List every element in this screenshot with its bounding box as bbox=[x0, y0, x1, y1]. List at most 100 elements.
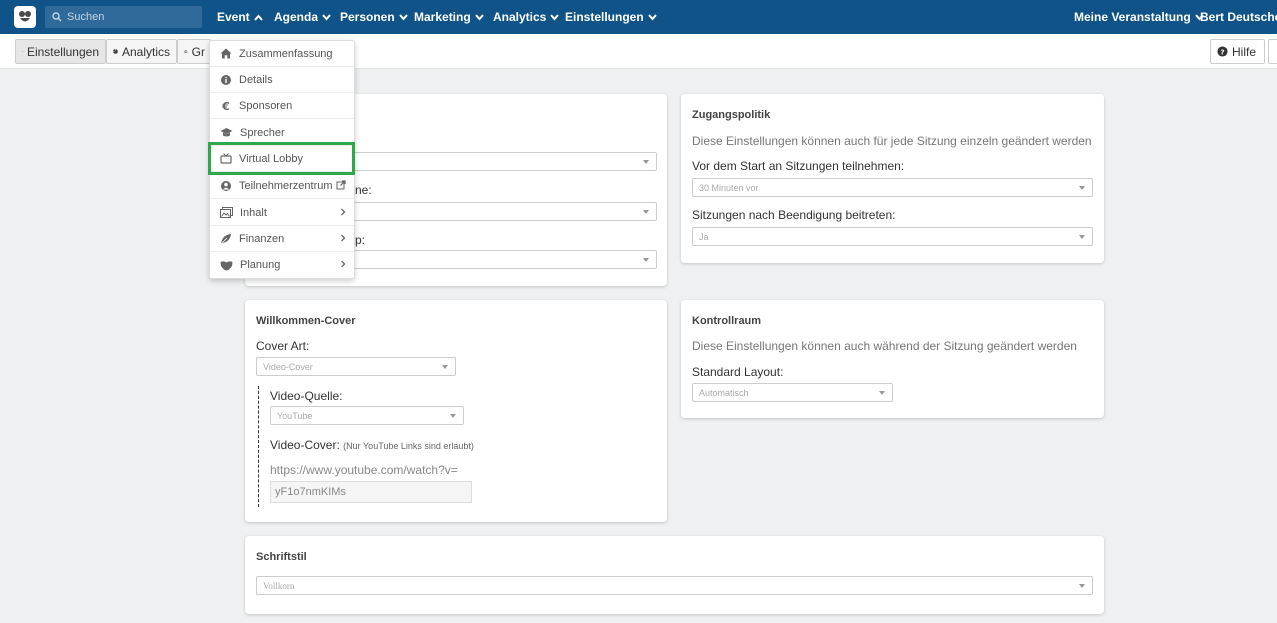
zugang-before-select[interactable]: 30 Minuten vor bbox=[692, 178, 1093, 197]
caret-icon bbox=[450, 414, 456, 418]
cover-title: Willkommen-Cover bbox=[256, 315, 356, 327]
video-cover-label-text: Video-Cover: bbox=[270, 438, 340, 452]
menu-item-teilnehmerzentrum[interactable]: Teilnehmerzentrum bbox=[210, 173, 354, 199]
groups-button-label: Gr bbox=[191, 44, 205, 59]
lobby-label-3: p: bbox=[355, 233, 366, 247]
nav-personen-label: Personen bbox=[340, 10, 395, 24]
nav-event-label: Event bbox=[217, 10, 250, 24]
nav-agenda[interactable]: Agenda bbox=[274, 0, 331, 34]
graduation-cap-icon bbox=[220, 128, 233, 137]
logo-icon bbox=[19, 11, 31, 22]
help-button-label: Hilfe bbox=[1232, 44, 1257, 59]
handshake-icon bbox=[220, 260, 233, 270]
analytics-button-label: Analytics bbox=[121, 44, 170, 59]
chevron-up-icon bbox=[253, 13, 263, 21]
cover-art-value: Video-Cover bbox=[263, 361, 313, 372]
chevron-down-icon bbox=[322, 13, 331, 21]
video-cover-label: Video-Cover: (Nur YouTube Links sind erl… bbox=[270, 438, 474, 452]
nav-marketing[interactable]: Marketing bbox=[414, 0, 484, 34]
card-schriftstil: Schriftstil Vollkorn bbox=[245, 536, 1104, 614]
einstellungen-button[interactable]: Einstellungen bbox=[15, 39, 106, 64]
kontrollraum-title: Kontrollraum bbox=[692, 315, 762, 327]
kontrollraum-description: Diese Einstellungen können auch während … bbox=[692, 339, 1077, 353]
search-input[interactable] bbox=[67, 11, 187, 23]
schriftstil-select[interactable]: Vollkorn bbox=[256, 576, 1093, 595]
chevron-right-icon bbox=[341, 208, 346, 216]
standard-layout-select[interactable]: Automatisch bbox=[692, 383, 893, 402]
nav-analytics-label: Analytics bbox=[493, 10, 547, 24]
nav-event[interactable]: Event bbox=[217, 0, 263, 34]
schriftstil-title: Schriftstil bbox=[256, 551, 307, 563]
menu-item-zusammenfassung[interactable]: Zusammenfassung bbox=[210, 41, 354, 67]
zugangspolitik-description: Diese Einstellungen können auch für jede… bbox=[692, 134, 1092, 148]
svg-text:?: ? bbox=[1220, 47, 1224, 56]
caret-icon bbox=[1079, 584, 1085, 588]
nav-einstellungen[interactable]: Einstellungen bbox=[565, 0, 657, 34]
menu-item-label: Teilnehmerzentrum bbox=[239, 179, 333, 192]
nav-einstellungen-label: Einstellungen bbox=[565, 10, 644, 24]
home-icon bbox=[220, 48, 232, 59]
euro-icon: € bbox=[221, 100, 230, 112]
nav-personen[interactable]: Personen bbox=[340, 0, 408, 34]
menu-item-details[interactable]: Details bbox=[210, 67, 354, 93]
chevron-down-icon bbox=[398, 13, 408, 21]
search-icon bbox=[52, 12, 62, 22]
external-link-icon bbox=[336, 180, 346, 190]
menu-item-sponsoren[interactable]: € Sponsoren bbox=[210, 93, 354, 119]
chevron-down-icon bbox=[550, 13, 560, 21]
einstellungen-button-label: Einstellungen bbox=[26, 44, 99, 59]
nav-analytics[interactable]: Analytics bbox=[493, 0, 560, 34]
chevron-right-icon bbox=[341, 260, 346, 268]
zugang-after-value: Ja bbox=[699, 231, 709, 242]
card-zugangspolitik: Zugangspolitik Diese Einstellungen könne… bbox=[681, 94, 1104, 263]
nav-meine-veranstaltung-label: Meine Veranstaltung bbox=[1074, 10, 1191, 24]
menu-item-label: Details bbox=[239, 73, 273, 86]
pie-chart-icon bbox=[113, 49, 118, 54]
info-icon bbox=[221, 74, 231, 85]
menu-item-label: Planung bbox=[240, 259, 281, 271]
caret-icon bbox=[643, 258, 649, 262]
nav-meine-veranstaltung[interactable]: Meine Veranstaltung bbox=[1074, 0, 1204, 34]
menu-item-label: Inhalt bbox=[240, 206, 267, 219]
chevron-right-icon bbox=[341, 234, 346, 242]
lobby-label-2: ne: bbox=[355, 183, 372, 197]
users-icon bbox=[184, 50, 188, 53]
zugang-after-label: Sitzungen nach Beendigung beitreten: bbox=[692, 208, 896, 222]
card-kontrollraum: Kontrollraum Diese Einstellungen können … bbox=[681, 300, 1104, 418]
virtual-lobby-highlight-frame bbox=[208, 142, 355, 175]
caret-icon bbox=[1079, 235, 1085, 239]
menu-item-inhalt[interactable]: Inhalt bbox=[210, 200, 354, 226]
caret-icon bbox=[442, 365, 448, 369]
menu-item-label: Zusammenfassung bbox=[239, 47, 333, 60]
menu-item-label: Finanzen bbox=[239, 232, 285, 245]
menu-item-planung[interactable]: Planung bbox=[210, 252, 354, 278]
analytics-button[interactable]: Analytics bbox=[106, 39, 177, 64]
standard-layout-value: Automatisch bbox=[699, 387, 749, 398]
chevron-down-icon bbox=[474, 13, 484, 21]
zugang-before-value: 30 Minuten vor bbox=[699, 182, 759, 193]
nav-user-name: Bert Deutscher bbox=[1200, 10, 1277, 24]
leaf-icon bbox=[220, 233, 231, 244]
video-url-line1: https://www.youtube.com/watch?v= bbox=[270, 463, 458, 477]
nested-divider bbox=[258, 386, 259, 507]
cover-art-label: Cover Art: bbox=[256, 339, 310, 353]
cover-art-select[interactable]: Video-Cover bbox=[256, 357, 456, 376]
nav-marketing-label: Marketing bbox=[414, 10, 471, 24]
menu-item-finanzen[interactable]: Finanzen bbox=[210, 226, 354, 252]
image-icon bbox=[220, 207, 233, 218]
caret-icon bbox=[643, 210, 649, 214]
groups-button[interactable]: Gr bbox=[177, 39, 211, 64]
search-box[interactable] bbox=[45, 6, 202, 28]
help-button[interactable]: ? Hilfe bbox=[1210, 39, 1265, 64]
sub-toolbar: Einstellungen Analytics Gr ? Hilfe bbox=[0, 34, 1277, 69]
user-circle-icon bbox=[221, 180, 231, 191]
zugang-after-select[interactable]: Ja bbox=[692, 227, 1093, 246]
schriftstil-value: Vollkorn bbox=[263, 580, 295, 591]
video-url-input[interactable]: yF1o7nmKIMs bbox=[270, 481, 472, 503]
app-logo[interactable] bbox=[14, 6, 36, 28]
nav-user-menu[interactable]: Bert Deutscher bbox=[1200, 0, 1277, 34]
extra-toolbar-button[interactable] bbox=[1268, 39, 1277, 64]
standard-layout-label: Standard Layout: bbox=[692, 365, 784, 379]
video-source-select[interactable]: YouTube bbox=[270, 406, 464, 425]
caret-icon bbox=[643, 160, 649, 164]
